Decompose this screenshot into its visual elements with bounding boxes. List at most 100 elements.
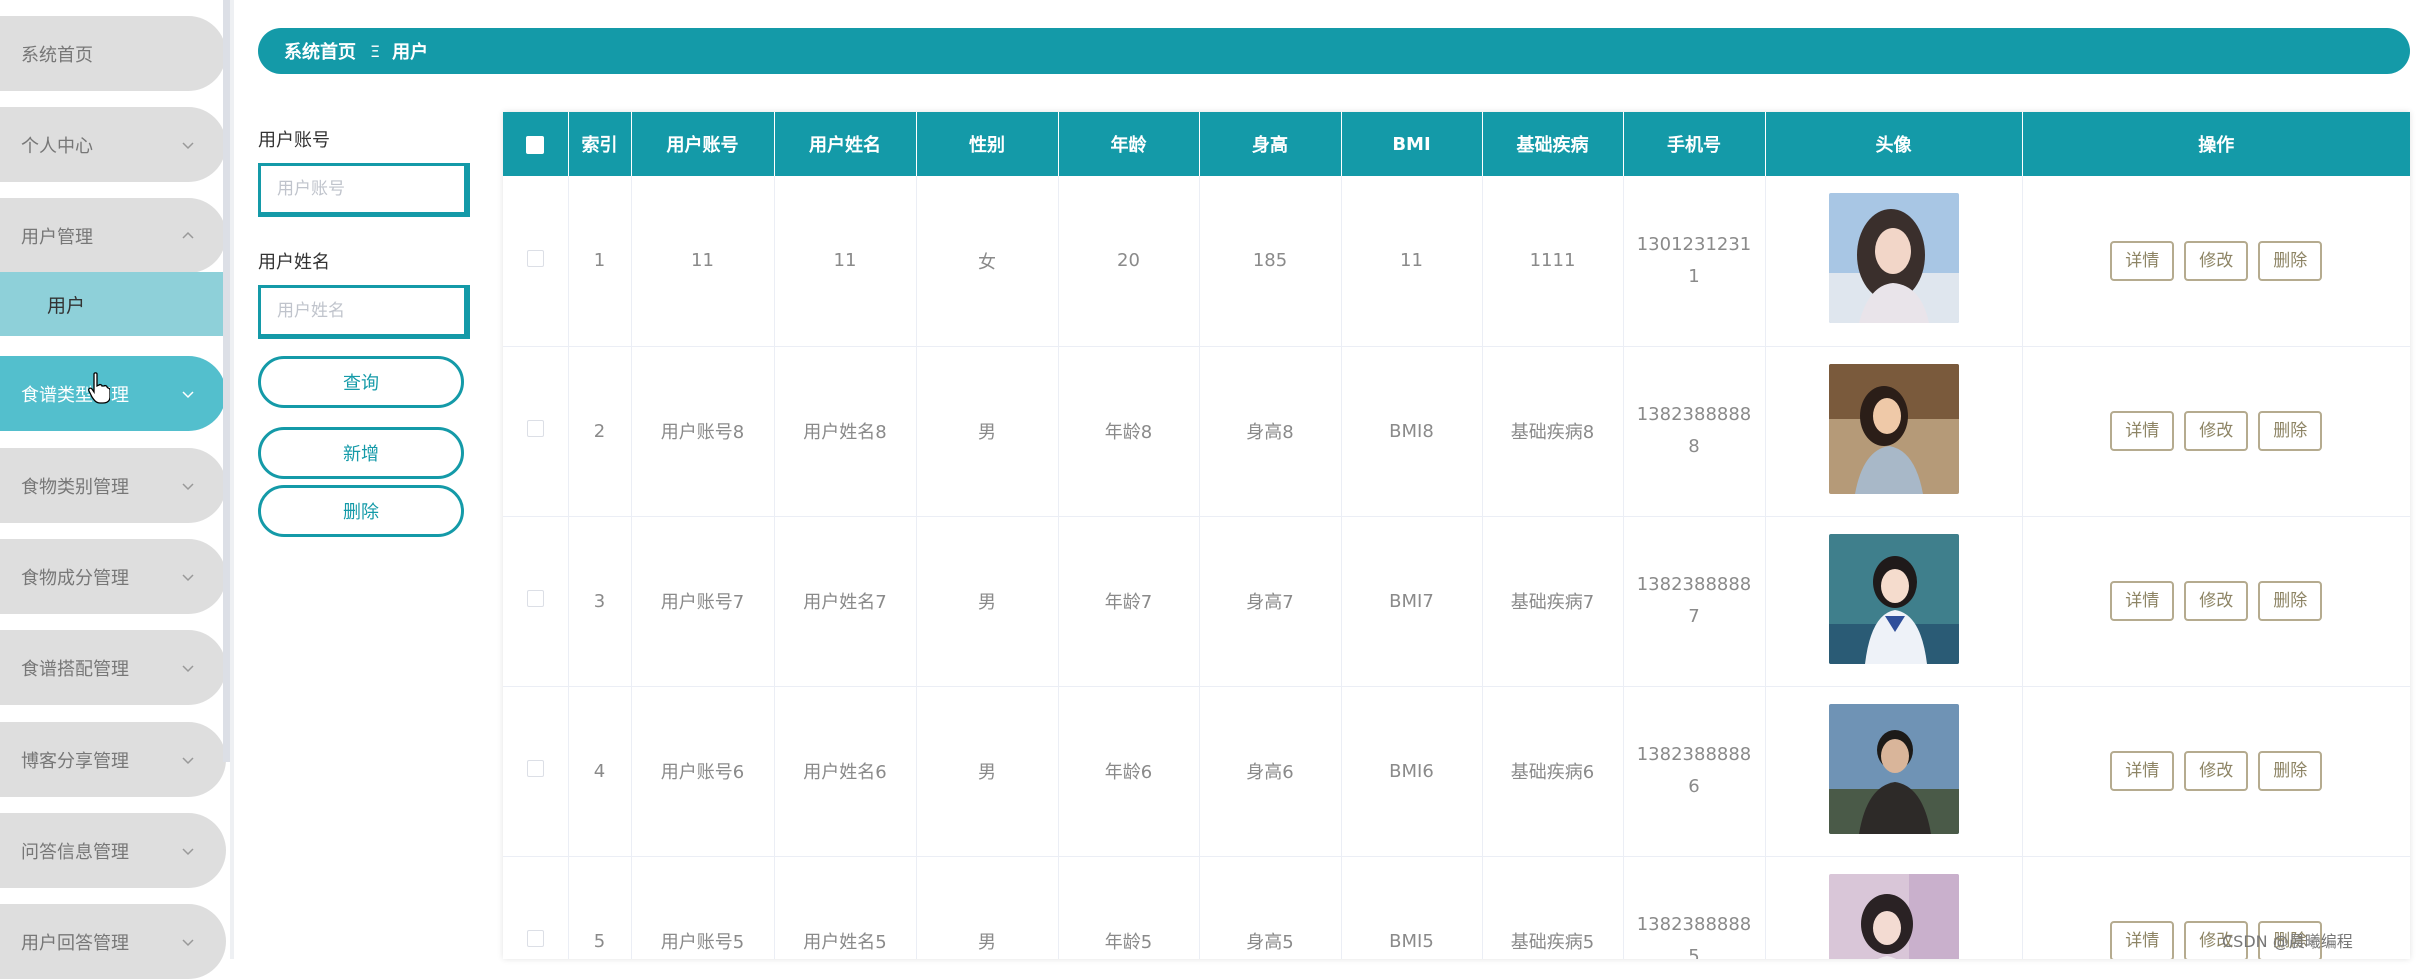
avatar-image[interactable] — [1828, 703, 1959, 834]
table-row: 1 11 11 女 20 185 11 1111 1301231231 1 详情修… — [503, 176, 2410, 347]
column-header-actions: 操作 — [2022, 112, 2410, 176]
name-label: 用户姓名 — [258, 252, 330, 273]
chevron-down-icon — [178, 567, 198, 587]
watermark: CSDN @晨曦编程 — [2222, 932, 2353, 951]
row-checkbox[interactable] — [503, 176, 569, 347]
cell-height: 身高6 — [1199, 686, 1342, 857]
avatar-image[interactable] — [1828, 533, 1959, 664]
user-table: 索引 用户账号 用户姓名 性别 年龄 身高 BMI 基础疾病 手机号 头像 操作… — [503, 112, 2410, 959]
cell-avatar — [1765, 346, 2023, 517]
table-row: 2 用户账号8 用户姓名8 男 年龄8 身高8 BMI8 基础疾病8 13823… — [503, 346, 2410, 517]
chevron-up-icon — [178, 226, 198, 246]
select-all-checkbox[interactable] — [503, 112, 569, 176]
row-checkbox[interactable] — [503, 516, 569, 687]
menu-item-user-answer-management[interactable]: 用户回答管理 — [0, 904, 226, 979]
cell-name: 11 — [774, 176, 917, 347]
edit-button[interactable]: 修改 — [2184, 240, 2249, 281]
sidebar-scrollbar[interactable] — [223, 0, 230, 762]
breadcrumb-home[interactable]: 系统首页 — [284, 38, 356, 64]
menu-item-label: 系统首页 — [21, 44, 93, 66]
cell-actions: 详情 修改 删除 — [2022, 346, 2410, 517]
menu-item-label: 个人中心 — [21, 135, 93, 157]
breadcrumb-separator-icon: Ξ — [370, 41, 381, 61]
account-search-input[interactable] — [258, 163, 470, 217]
delete-button[interactable]: 删除 — [2258, 751, 2323, 791]
menu-item-label: 用户回答管理 — [21, 932, 129, 954]
delete-button[interactable]: 删除 — [2258, 581, 2323, 621]
detail-button[interactable]: 详情 — [2110, 581, 2175, 621]
menu-item-recipe-type-management[interactable]: 食谱类型管理 — [0, 356, 226, 431]
cell-avatar — [1765, 686, 2023, 857]
phone-line: 1 — [1688, 265, 1700, 287]
edit-button[interactable]: 修改 — [2184, 751, 2249, 791]
menu-item-label: 博客分享管理 — [21, 750, 129, 772]
column-header-height: 身高 — [1199, 112, 1342, 176]
batch-delete-button[interactable]: 删除 — [258, 485, 464, 537]
detail-button[interactable]: 详情 — [2110, 240, 2175, 281]
menu-item-qa-info-management[interactable]: 问答信息管理 — [0, 813, 226, 888]
cell-name: 用户姓名8 — [774, 346, 917, 517]
name-search-input[interactable] — [258, 285, 470, 339]
menu-item-recipe-combo-management[interactable]: 食谱搭配管理 — [0, 630, 226, 705]
cell-disease: 基础疾病5 — [1482, 856, 1624, 959]
menu-item-home[interactable]: 系统首页 — [0, 16, 226, 91]
phone-line: 6 — [1688, 776, 1700, 797]
cell-actions: 详情 修改 删除 — [2022, 516, 2410, 687]
delete-button[interactable]: 删除 — [2258, 240, 2323, 281]
cell-account: 用户账号5 — [631, 856, 775, 959]
avatar-image[interactable] — [1828, 363, 1959, 494]
cell-phone: 1382388888 5 — [1623, 856, 1766, 959]
phone-line: 1382388888 — [1636, 914, 1752, 935]
delete-button[interactable]: 删除 — [2258, 411, 2323, 451]
menu-item-label: 食物类别管理 — [21, 476, 129, 498]
cell-avatar — [1765, 176, 2023, 347]
menu-item-label: 食谱搭配管理 — [21, 658, 129, 680]
chevron-down-icon — [178, 841, 198, 861]
cell-phone: 1382388888 6 — [1623, 686, 1766, 857]
cell-name: 用户姓名5 — [774, 856, 917, 959]
chevron-down-icon — [178, 932, 198, 952]
menu-item-label: 问答信息管理 — [21, 841, 129, 863]
menu-item-personal-center[interactable]: 个人中心 — [0, 107, 226, 182]
menu-item-food-ingredient-management[interactable]: 食物成分管理 — [0, 539, 226, 614]
phone-line: 5 — [1688, 946, 1700, 959]
submenu-item-label: 用户 — [47, 294, 86, 317]
phone-line: 1382388888 — [1636, 574, 1752, 595]
column-header-index: 索引 — [568, 112, 632, 176]
cell-account: 用户账号8 — [631, 346, 775, 517]
edit-button[interactable]: 修改 — [2184, 581, 2249, 621]
row-checkbox[interactable] — [503, 346, 569, 517]
column-header-name: 用户姓名 — [774, 112, 917, 176]
cell-account: 用户账号6 — [631, 686, 775, 857]
cell-gender: 男 — [916, 856, 1059, 959]
detail-button[interactable]: 详情 — [2110, 411, 2175, 451]
cell-index: 4 — [568, 686, 632, 857]
menu-item-food-category-management[interactable]: 食物类别管理 — [0, 448, 226, 523]
cell-age: 年龄8 — [1058, 346, 1200, 517]
add-button[interactable]: 新增 — [258, 427, 464, 479]
menu-item-blog-share-management[interactable]: 博客分享管理 — [0, 722, 226, 797]
column-header-phone: 手机号 — [1623, 112, 1766, 176]
query-button[interactable]: 查询 — [258, 356, 464, 408]
chevron-down-icon — [178, 658, 198, 678]
chevron-down-icon — [178, 476, 198, 496]
account-label: 用户账号 — [258, 130, 330, 151]
phone-line: 8 — [1688, 436, 1700, 457]
avatar-image[interactable] — [1828, 193, 1959, 324]
avatar-image[interactable] — [1828, 873, 1959, 959]
phone-line: 7 — [1688, 606, 1700, 627]
menu-item-user-management[interactable]: 用户管理 — [0, 198, 226, 273]
detail-button[interactable]: 详情 — [2110, 921, 2175, 959]
column-header-bmi: BMI — [1341, 112, 1483, 176]
cell-age: 年龄6 — [1058, 686, 1200, 857]
row-checkbox[interactable] — [503, 686, 569, 857]
phone-line: 1382388888 — [1636, 744, 1752, 765]
edit-button[interactable]: 修改 — [2184, 411, 2249, 451]
submenu-item-user[interactable]: 用户 — [0, 272, 226, 336]
cell-disease: 基础疾病6 — [1482, 686, 1624, 857]
sidebar: 系统首页 个人中心 用户管理 用户 食谱类型管理 食物类别管理 食物成分管理 食… — [0, 0, 226, 979]
detail-button[interactable]: 详情 — [2110, 751, 2175, 791]
row-checkbox[interactable] — [503, 856, 569, 959]
menu-item-label: 食物成分管理 — [21, 567, 129, 589]
cell-phone: 1382388888 7 — [1623, 516, 1766, 687]
